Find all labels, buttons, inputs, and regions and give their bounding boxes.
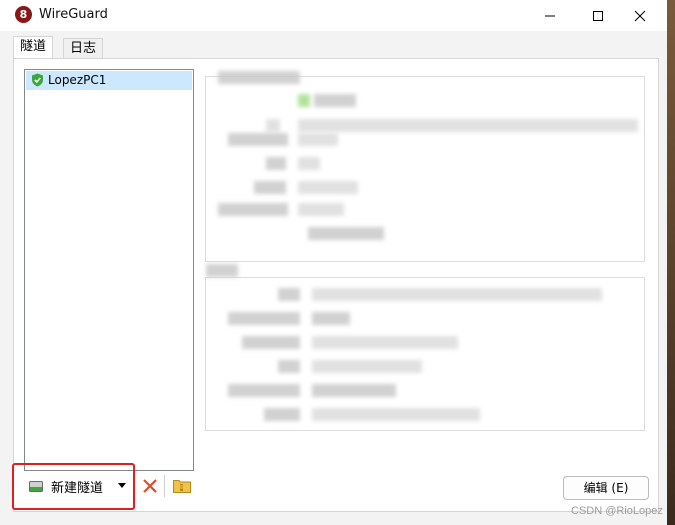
obscured-content [228, 384, 300, 397]
obscured-content [242, 336, 300, 349]
obscured-content [228, 312, 300, 325]
toolbar-divider [164, 475, 165, 497]
minimize-button[interactable] [527, 0, 573, 31]
maximize-button[interactable] [575, 0, 621, 31]
delete-tunnel-button[interactable] [142, 478, 158, 498]
tab-strip: 隧道 日志 [0, 31, 667, 59]
obscured-content [298, 157, 320, 170]
add-tunnel-label: 新建隧道 [51, 480, 104, 496]
close-window-button[interactable] [617, 0, 663, 31]
obscured-content [266, 157, 286, 170]
obscured-content [314, 94, 356, 107]
desktop-background [667, 0, 675, 525]
obscured-content [312, 336, 458, 349]
window-title: WireGuard [39, 7, 108, 22]
obscured-content [298, 181, 358, 194]
watermark: CSDN @RioLopez [571, 505, 663, 517]
wireguard-logo-icon: 8 [15, 6, 32, 23]
obscured-content [266, 119, 280, 132]
obscured-content [206, 264, 238, 277]
tab-tunnels[interactable]: 隧道 [13, 36, 54, 59]
title-bar[interactable]: 8 WireGuard [0, 0, 667, 31]
interface-group [205, 71, 645, 262]
obscured-content [312, 288, 602, 301]
obscured-content [298, 94, 310, 107]
obscured-content [218, 71, 300, 84]
obscured-content [264, 408, 300, 421]
obscured-content [312, 312, 350, 325]
chevron-down-icon[interactable] [118, 483, 126, 488]
export-tunnels-button[interactable] [173, 478, 191, 497]
obscured-content [298, 119, 638, 132]
obscured-content [278, 288, 300, 301]
obscured-content [298, 133, 338, 146]
obscured-content [278, 360, 300, 373]
peer-group [205, 264, 645, 431]
shield-check-icon [32, 73, 43, 87]
maximize-icon [593, 10, 603, 21]
obscured-content [312, 408, 480, 421]
tunnel-name: LopezPC1 [48, 73, 107, 87]
close-icon [634, 10, 646, 21]
delete-x-icon [143, 479, 157, 493]
wireguard-window: 8 WireGuard 隧道 日志 LopezPC1 新建隧道 编辑 (E) C… [0, 0, 668, 525]
obscured-content [308, 227, 384, 240]
add-tunnel-button[interactable]: 新建隧道 [29, 474, 133, 498]
tunnel-list[interactable]: LopezPC1 [24, 69, 194, 471]
obscured-content [312, 384, 396, 397]
obscured-content [312, 360, 422, 373]
obscured-content [228, 133, 288, 146]
edit-button[interactable]: 编辑 (E) [563, 476, 649, 500]
obscured-content [298, 203, 344, 216]
obscured-content [218, 203, 288, 216]
obscured-content [254, 181, 286, 194]
tunnel-add-icon [29, 480, 43, 492]
minimize-icon [545, 15, 555, 16]
tunnel-list-item[interactable]: LopezPC1 [26, 71, 192, 90]
folder-zip-icon [173, 480, 191, 493]
tab-log[interactable]: 日志 [63, 38, 104, 59]
